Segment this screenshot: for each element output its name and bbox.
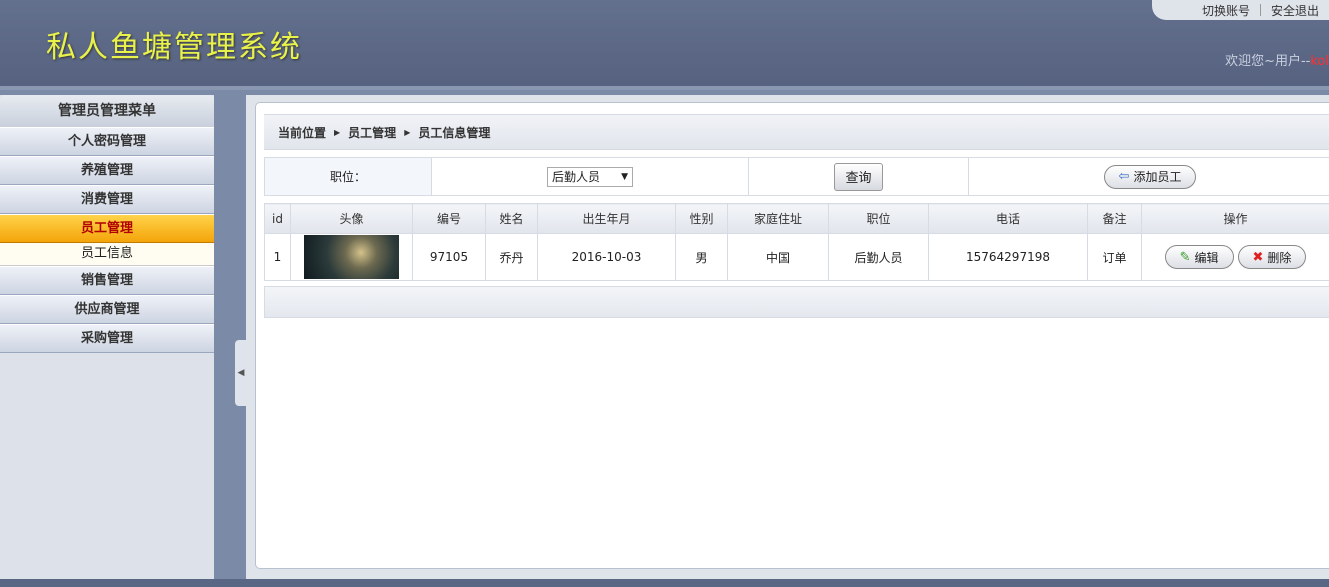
dropdown-arrow-icon: ▼ [621, 171, 628, 182]
cell-id: 1 [264, 233, 291, 281]
table-row: 1 97105 乔丹 2016-10-03 男 中国 后勤人员 15764297… [264, 233, 1329, 281]
breadcrumb: 当前位置 ▶ 员工管理 ▶ 员工信息管理 [264, 114, 1329, 150]
position-label: 职位： [265, 158, 432, 195]
welcome-text: 欢迎您~用户--kol [1225, 50, 1329, 69]
sidebar-subitem-staff-info[interactable]: 员工信息 [0, 243, 214, 266]
main-area: 当前位置 ▶ 员工管理 ▶ 员工信息管理 职位： 后勤人员 ▼ 查询 ⇦ 添加员… [246, 95, 1329, 587]
search-bar: 职位： 后勤人员 ▼ 查询 ⇦ 添加员工 [264, 157, 1329, 196]
col-note: 备注 [1087, 203, 1142, 234]
cell-gender: 男 [675, 233, 728, 281]
app-logo: 私人鱼塘管理系统 [46, 30, 302, 65]
sidebar-title: 管理员管理菜单 [0, 95, 214, 127]
cell-birth: 2016-10-03 [537, 233, 676, 281]
col-avatar: 头像 [290, 203, 413, 234]
position-select-value: 后勤人员 [552, 170, 601, 184]
sidebar-item-staff[interactable]: 员工管理 [0, 214, 214, 243]
header-divider [0, 86, 1329, 90]
sidebar-divider [214, 90, 246, 587]
staff-table: id 头像 编号 姓名 出生年月 性别 家庭住址 职位 电话 备注 操作 1 9… [264, 203, 1329, 281]
sidebar-item-suppliers[interactable]: 供应商管理 [0, 295, 214, 324]
query-button[interactable]: 查询 [834, 162, 883, 191]
caret-right-icon: ▶ [334, 127, 341, 137]
cell-position: 后勤人员 [828, 233, 929, 281]
welcome-prefix: 欢迎您~用户-- [1225, 54, 1311, 69]
content-panel: 当前位置 ▶ 员工管理 ▶ 员工信息管理 职位： 后勤人员 ▼ 查询 ⇦ 添加员… [255, 102, 1329, 569]
username: kol [1310, 54, 1329, 69]
col-phone: 电话 [928, 203, 1088, 234]
cell-note: 订单 [1087, 233, 1142, 281]
sidebar-item-purchasing[interactable]: 采购管理 [0, 324, 214, 353]
sidebar-item-sales[interactable]: 销售管理 [0, 266, 214, 295]
col-code: 编号 [412, 203, 486, 234]
breadcrumb-item[interactable]: 员工管理 [348, 124, 396, 141]
sidebar-item-password[interactable]: 个人密码管理 [0, 127, 214, 156]
sidebar-item-consumption[interactable]: 消费管理 [0, 185, 214, 214]
cell-code: 97105 [412, 233, 486, 281]
row-actions: ✎ 编辑 ✖ 删除 [1143, 245, 1328, 269]
header: 私人鱼塘管理系统 切换账号 安全退出 欢迎您~用户--kol [0, 0, 1329, 86]
add-staff-button[interactable]: ⇦ 添加员工 [1103, 164, 1197, 189]
pencil-icon: ✎ [1179, 249, 1191, 265]
logout-link[interactable]: 安全退出 [1261, 2, 1329, 19]
footer-bar [0, 579, 1329, 587]
position-select[interactable]: 后勤人员 ▼ [547, 166, 633, 187]
col-id: id [264, 203, 291, 234]
cell-name: 乔丹 [485, 233, 538, 281]
delete-x-icon: ✖ [1252, 249, 1264, 265]
breadcrumb-item: 员工信息管理 [418, 125, 491, 140]
caret-right-icon: ▶ [404, 127, 411, 137]
breadcrumb-item[interactable]: 当前位置 [278, 124, 326, 141]
position-select-cell: 后勤人员 ▼ [432, 158, 749, 195]
query-cell: 查询 [749, 158, 969, 195]
table-footer [264, 286, 1329, 318]
cell-avatar [290, 233, 413, 281]
top-bar: 切换账号 安全退出 [1151, 0, 1329, 20]
add-staff-label: 添加员工 [1133, 170, 1182, 184]
delete-button[interactable]: ✖ 删除 [1237, 245, 1307, 269]
sidebar: 管理员管理菜单 个人密码管理 养殖管理 消费管理 员工管理 员工信息 销售管理 … [0, 95, 214, 587]
sidebar-item-breeding[interactable]: 养殖管理 [0, 156, 214, 185]
edit-label: 编辑 [1194, 250, 1219, 265]
col-position: 职位 [828, 203, 929, 234]
col-gender: 性别 [675, 203, 728, 234]
table-header-row: id 头像 编号 姓名 出生年月 性别 家庭住址 职位 电话 备注 操作 [264, 203, 1329, 234]
add-cell: ⇦ 添加员工 [969, 158, 1329, 195]
col-birth: 出生年月 [537, 203, 676, 234]
col-address: 家庭住址 [727, 203, 829, 234]
cell-address: 中国 [727, 233, 829, 281]
back-arrow-icon: ⇦ [1118, 169, 1130, 184]
cell-actions: ✎ 编辑 ✖ 删除 [1141, 233, 1329, 281]
switch-account-link[interactable]: 切换账号 [1192, 2, 1260, 19]
avatar-image [304, 235, 399, 279]
edit-button[interactable]: ✎ 编辑 [1164, 245, 1234, 269]
col-name: 姓名 [485, 203, 538, 234]
delete-label: 删除 [1267, 250, 1292, 265]
cell-phone: 15764297198 [928, 233, 1088, 281]
col-actions: 操作 [1141, 203, 1329, 234]
